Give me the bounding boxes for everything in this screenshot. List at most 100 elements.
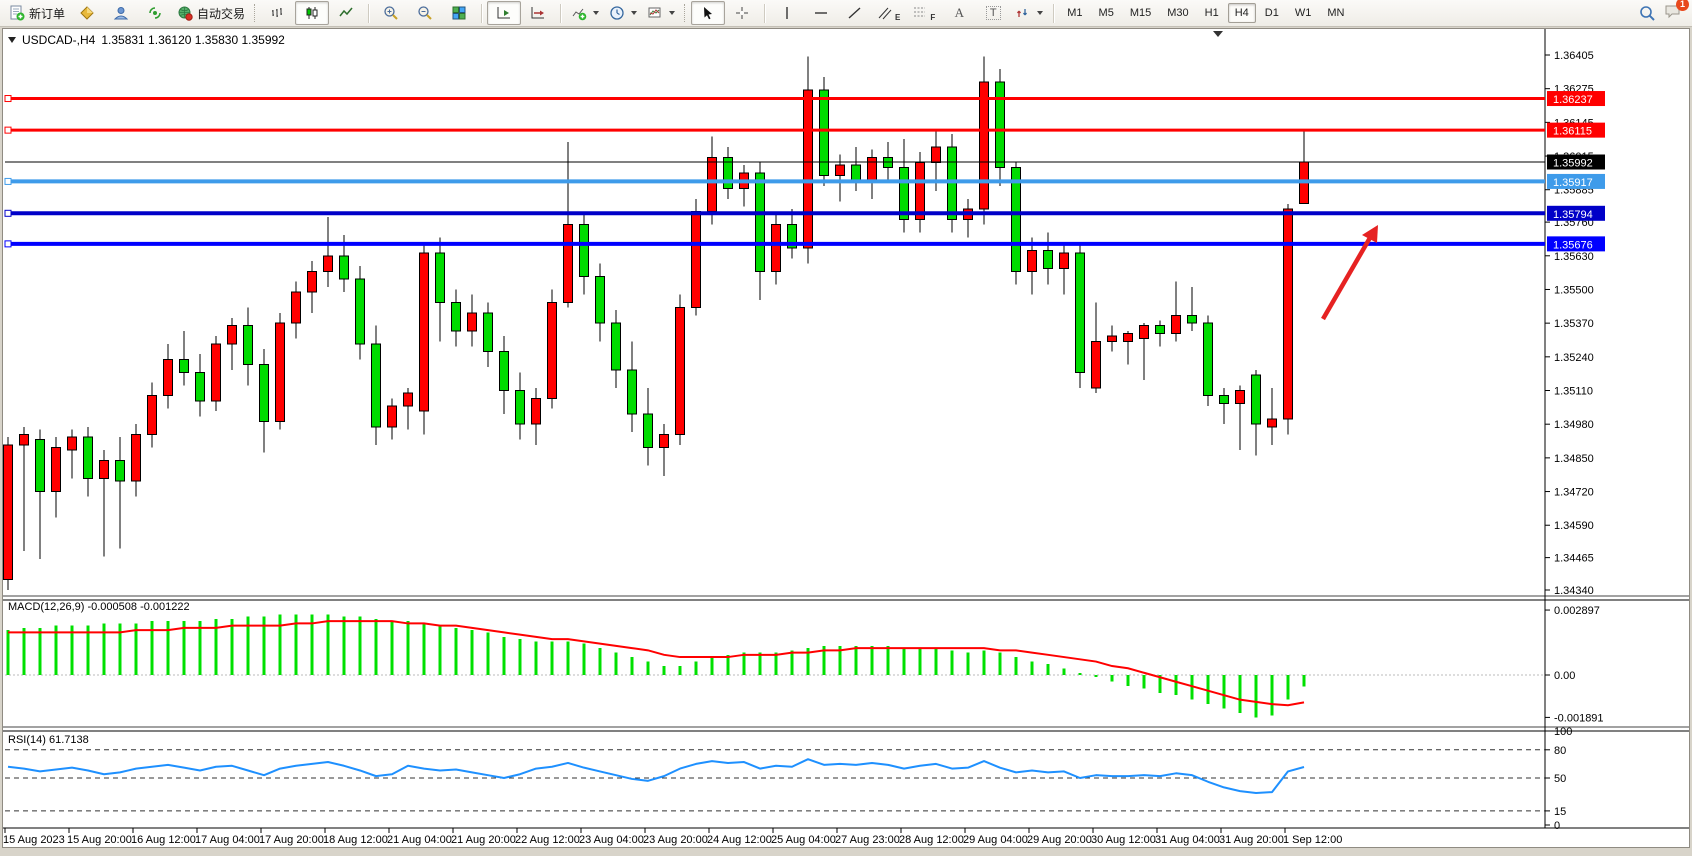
- new-order-button[interactable]: 新订单: [4, 1, 70, 25]
- hline-anchor[interactable]: [5, 96, 11, 102]
- search-icon[interactable]: [1639, 5, 1656, 22]
- time-tick-label: 17 Aug 20:00: [259, 834, 324, 846]
- hline-anchor[interactable]: [5, 241, 11, 247]
- candle-body: [1204, 323, 1213, 396]
- price-tick-label: 1.34340: [1554, 585, 1594, 597]
- price-tick-label: 1.35370: [1554, 318, 1594, 330]
- price-tick-label: 1.35500: [1554, 284, 1594, 296]
- chart-symbol-period: USDCAD-,H4: [22, 33, 95, 47]
- time-tick-label: 30 Aug 12:00: [1091, 834, 1156, 846]
- macd-bar: [407, 621, 410, 675]
- timeframe-button-m5[interactable]: M5: [1092, 3, 1121, 23]
- chart-shift-button[interactable]: [521, 1, 555, 25]
- indicators-dropdown-caret: [593, 11, 599, 15]
- rsi-line: [8, 759, 1304, 793]
- signals-button[interactable]: [138, 1, 172, 25]
- hline-anchor[interactable]: [5, 127, 11, 133]
- macd-bar: [1111, 675, 1114, 682]
- arrow-annotation[interactable]: [1323, 225, 1378, 319]
- macd-bar: [391, 621, 394, 675]
- candle-body: [532, 398, 541, 424]
- candle-body: [932, 147, 941, 163]
- auto-scroll-button[interactable]: [487, 1, 521, 25]
- trendline-tool[interactable]: [838, 1, 872, 25]
- fibonacci-tool[interactable]: F: [907, 1, 942, 25]
- horizontal-line-tool[interactable]: [804, 1, 838, 25]
- auto-trading-button[interactable]: 自动交易: [172, 1, 250, 25]
- timeframe-button-w1[interactable]: W1: [1288, 3, 1319, 23]
- time-tick-label: 22 Aug 12:00: [515, 834, 580, 846]
- candle-body: [356, 279, 365, 344]
- candle-body: [1236, 391, 1245, 404]
- cursor-button[interactable]: [691, 1, 725, 25]
- profile-button[interactable]: [104, 1, 138, 25]
- tile-windows-button[interactable]: [442, 1, 476, 25]
- periods-button[interactable]: [604, 1, 642, 25]
- fibonacci-icon: [912, 5, 928, 21]
- candle-body: [180, 359, 189, 372]
- candlestick-mode-button[interactable]: [295, 1, 329, 25]
- chart-ohlc-values: 1.35831 1.36120 1.35830 1.35992: [101, 33, 285, 47]
- indicators-button[interactable]: [566, 1, 604, 25]
- time-tick-label: 23 Aug 04:00: [579, 834, 644, 846]
- text-label-tool[interactable]: T: [976, 1, 1010, 25]
- channel-tool[interactable]: E: [872, 1, 907, 25]
- zoom-out-button[interactable]: [408, 1, 442, 25]
- macd-bar: [359, 617, 362, 675]
- candle-body: [1092, 341, 1101, 388]
- one-click-trading-collapse-icon[interactable]: [8, 37, 16, 43]
- timeframe-button-h4[interactable]: H4: [1228, 3, 1256, 23]
- zoom-in-button[interactable]: [374, 1, 408, 25]
- candle-body: [1140, 326, 1149, 339]
- timeframe-button-mn[interactable]: MN: [1320, 3, 1351, 23]
- hline-anchor[interactable]: [5, 178, 11, 184]
- timeframe-button-m30[interactable]: M30: [1160, 3, 1195, 23]
- macd-bar: [887, 646, 890, 675]
- timeframe-button-d1[interactable]: D1: [1258, 3, 1286, 23]
- macd-bar: [711, 657, 714, 675]
- price-badge-label: 1.35676: [1553, 239, 1593, 251]
- hline-anchor[interactable]: [5, 210, 11, 216]
- macd-bar: [1031, 662, 1034, 675]
- text-tool[interactable]: A: [942, 1, 976, 25]
- price-tick-label: 1.34980: [1554, 419, 1594, 431]
- macd-bar: [791, 650, 794, 675]
- bar-chart-mode-button[interactable]: [261, 1, 295, 25]
- time-tick-label: 25 Aug 04:00: [771, 834, 836, 846]
- rsi-tick-label: 50: [1554, 773, 1566, 785]
- timeframe-button-m1[interactable]: M1: [1060, 3, 1089, 23]
- rsi-tick-label: 0: [1554, 820, 1560, 832]
- market-watch-button[interactable]: [70, 1, 104, 25]
- timeframe-button-m15[interactable]: M15: [1123, 3, 1158, 23]
- candle-body: [1188, 315, 1197, 323]
- macd-signal-line: [8, 621, 1304, 705]
- candle-body: [420, 253, 429, 411]
- macd-bar: [119, 623, 122, 675]
- chart-shift-marker[interactable]: [1213, 31, 1223, 37]
- toolbar-separator: [481, 4, 482, 23]
- vertical-line-tool[interactable]: [770, 1, 804, 25]
- notifications-button[interactable]: 1: [1664, 3, 1682, 24]
- templates-button[interactable]: [642, 1, 680, 25]
- arrows-tool[interactable]: [1010, 1, 1048, 25]
- macd-bar: [1015, 657, 1018, 675]
- candle-body: [756, 173, 765, 271]
- crosshair-button[interactable]: [725, 1, 759, 25]
- macd-bar: [759, 653, 762, 675]
- candle-body: [292, 292, 301, 323]
- candlestick-icon: [304, 5, 320, 21]
- chart-canvas[interactable]: 1.364051.362751.361451.360151.358851.357…: [0, 0, 1692, 856]
- timeframe-button-h1[interactable]: H1: [1198, 3, 1226, 23]
- candle-body: [84, 437, 93, 478]
- bar-chart-icon: [270, 5, 286, 21]
- macd-bar: [551, 641, 554, 675]
- line-chart-mode-button[interactable]: [329, 1, 363, 25]
- price-badge-label: 1.35917: [1553, 177, 1593, 189]
- toolbar-right: 1: [1639, 3, 1688, 24]
- toolbar: 新订单 自动交易: [0, 0, 1692, 27]
- time-tick-label: 29 Aug 04:00: [963, 834, 1028, 846]
- candlestick-series: [4, 56, 1309, 590]
- time-tick-label: 21 Aug 04:00: [387, 834, 452, 846]
- candle-body: [36, 440, 45, 492]
- macd-tick-label: -0.001891: [1554, 712, 1604, 724]
